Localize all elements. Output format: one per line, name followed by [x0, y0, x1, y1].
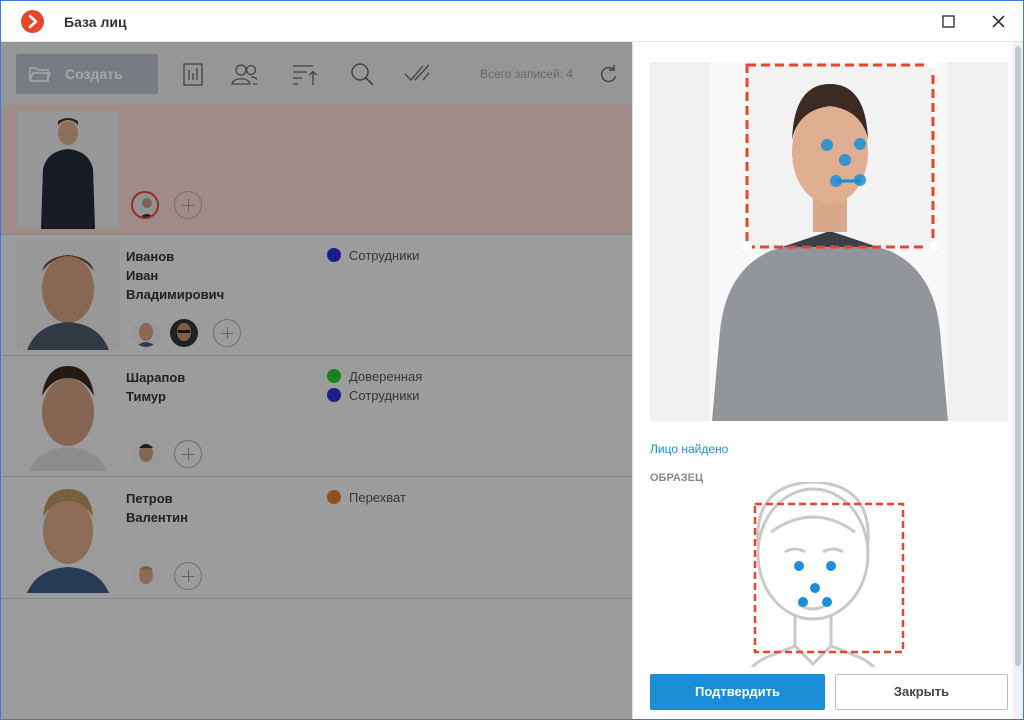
person-list-pane: Создать Всего записей: 4 Иванов Иван Вла… [1, 42, 632, 719]
face-detection-panel: Лицо найдено ОБРАЗЕЦ Подтвердить Закрыть [632, 42, 1023, 719]
scrollbar-thumb[interactable] [1015, 46, 1021, 666]
close-icon [992, 15, 1005, 28]
maximize-button[interactable] [937, 9, 961, 33]
close-button[interactable]: Закрыть [835, 674, 1008, 710]
face-found-status[interactable]: Лицо найдено [650, 442, 728, 456]
face-preview-image [650, 62, 1008, 421]
maximize-icon [942, 15, 955, 28]
window-title: База лиц [64, 14, 127, 30]
sample-title: ОБРАЗЕЦ [650, 472, 704, 484]
modal-overlay [1, 42, 632, 719]
app-logo-icon [21, 10, 44, 33]
close-window-button[interactable] [987, 9, 1011, 33]
confirm-button[interactable]: Подтвердить [650, 674, 825, 710]
panel-scrollbar[interactable] [1013, 42, 1023, 719]
face-database-window: База лиц Создать Всего записей: 4 Иванов… [0, 0, 1024, 720]
title-bar: База лиц [1, 1, 1023, 42]
face-sample-diagram [750, 482, 905, 667]
